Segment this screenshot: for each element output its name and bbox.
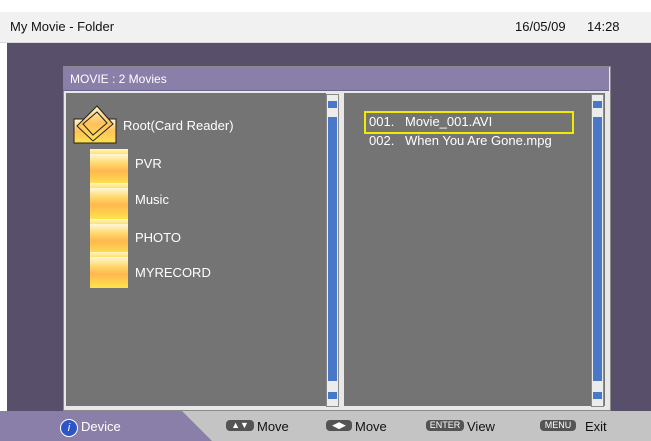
tree-item-label: PVR: [135, 156, 162, 171]
scroll-up-cap[interactable]: [593, 101, 602, 108]
scroll-up-cap[interactable]: [328, 101, 337, 108]
menu-key-icon: MENU: [540, 420, 576, 431]
window-title: My Movie - Folder: [10, 19, 115, 34]
folder-icon: [90, 183, 128, 219]
scroll-thumb[interactable]: [593, 117, 602, 381]
time-label: 14:28: [587, 19, 620, 34]
device-label[interactable]: Device: [81, 419, 121, 434]
tree-item-label: Music: [135, 192, 169, 207]
file-number: 001.: [369, 114, 395, 129]
panel-header: MOVIE : 2 Movies: [63, 67, 609, 91]
leftright-arrows-icon: ◀▶: [326, 420, 352, 431]
footer-bar: i Device ▲▼ Move ◀▶ Move ENTER View MENU…: [0, 411, 651, 441]
title-bar: My Movie - Folder 16/05/09 14:28: [0, 12, 651, 43]
panel-title: MOVIE : 2 Movies: [70, 72, 167, 86]
folder-tree-scrollbar[interactable]: [326, 94, 339, 407]
file-name: When You Are Gone.mpg: [405, 133, 552, 148]
file-number: 002.: [369, 133, 395, 148]
date-label: 16/05/09: [515, 19, 566, 34]
exit-hint-label: Exit: [585, 419, 607, 434]
scroll-thumb[interactable]: [328, 117, 337, 381]
tree-item-label: PHOTO: [135, 230, 181, 245]
move-hint-label: Move: [355, 419, 387, 434]
scroll-down-cap[interactable]: [593, 392, 602, 399]
folder-icon: [90, 252, 128, 288]
tree-item-label: MYRECORD: [135, 265, 211, 280]
enter-key-icon: ENTER: [426, 420, 464, 431]
tree-item-label: Root(Card Reader): [123, 118, 234, 133]
updown-arrows-icon: ▲▼: [226, 420, 254, 431]
file-list-scrollbar[interactable]: [591, 94, 604, 407]
file-name: Movie_001.AVI: [405, 114, 493, 129]
info-icon: i: [60, 419, 78, 437]
card-reader-icon: [73, 105, 117, 144]
folder-icon: [90, 149, 128, 185]
move-hint-label: Move: [257, 419, 289, 434]
view-hint-label: View: [467, 419, 495, 434]
scroll-down-cap[interactable]: [328, 392, 337, 399]
folder-icon: [90, 219, 128, 255]
